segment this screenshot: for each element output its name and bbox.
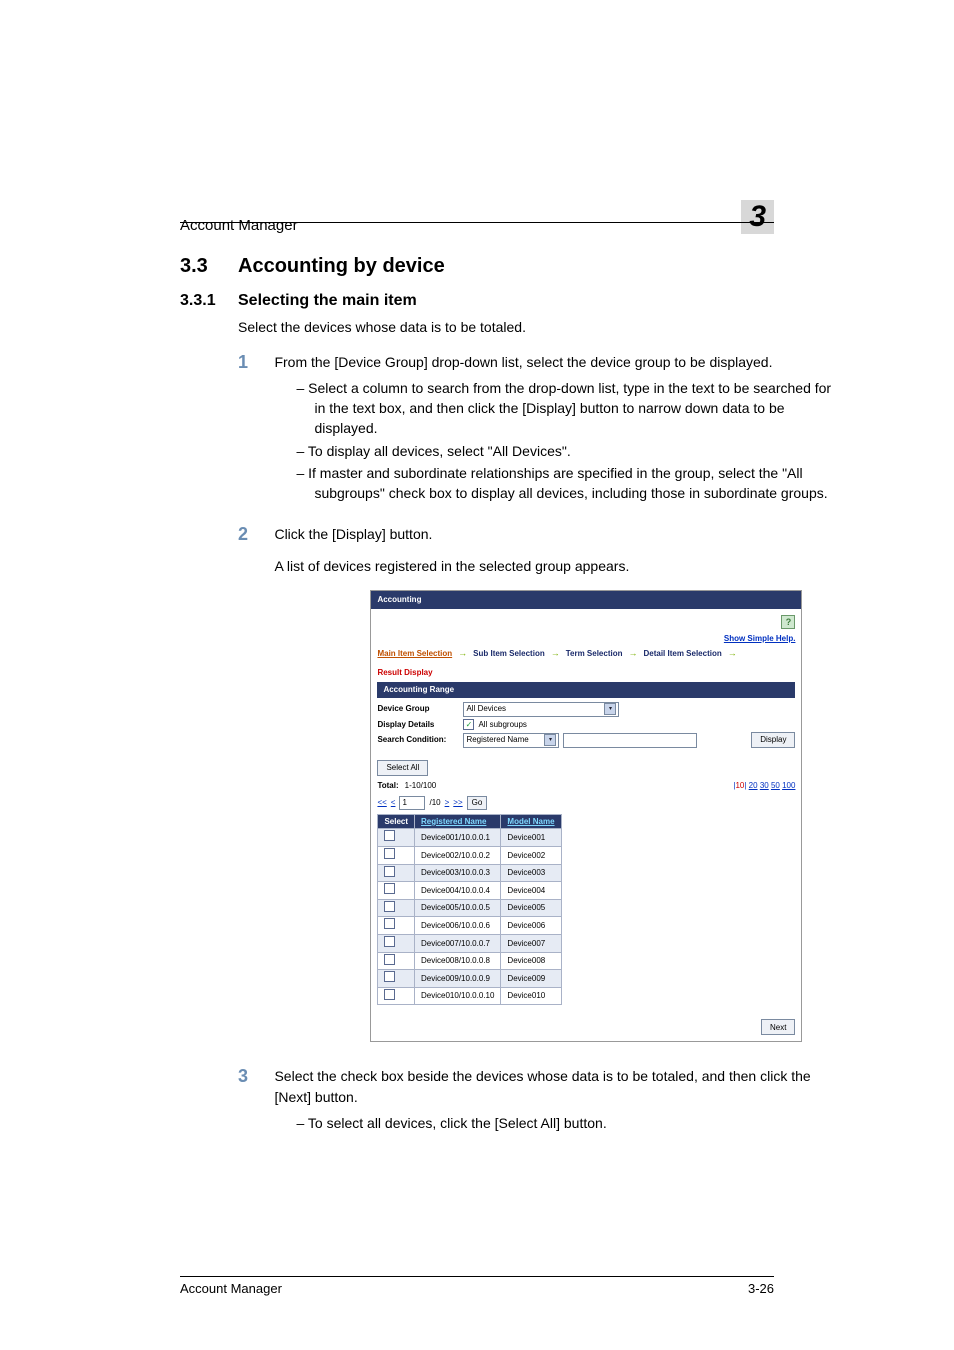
table-row: Device005/10.0.0.5Device005: [378, 899, 561, 917]
row-checkbox[interactable]: [384, 883, 395, 894]
arrow-icon: →: [551, 647, 560, 660]
all-subgroups-label: All subgroups: [478, 719, 526, 731]
step-number: 2: [238, 524, 270, 545]
arrow-icon: →: [728, 647, 737, 660]
display-details-label: Display Details: [377, 719, 463, 731]
display-button[interactable]: Display: [751, 732, 795, 748]
col-select: Select: [378, 814, 415, 829]
pager-first[interactable]: <<: [377, 797, 386, 809]
table-row: Device010/10.0.0.10Device010: [378, 987, 561, 1005]
arrow-icon: →: [628, 647, 637, 660]
search-column-select[interactable]: Registered Name ▾: [463, 733, 559, 748]
search-input[interactable]: [563, 733, 697, 748]
crumb-result: Result Display: [377, 667, 432, 679]
row-checkbox[interactable]: [384, 954, 395, 965]
subsection-heading: 3.3.1Selecting the main item: [180, 292, 844, 310]
step-text: Select the check box beside the devices …: [274, 1068, 810, 1104]
table-row: Device003/10.0.0.3Device003: [378, 864, 561, 882]
row-checkbox[interactable]: [384, 901, 395, 912]
table-row: Device004/10.0.0.4Device004: [378, 882, 561, 900]
running-header: Account Manager: [180, 217, 298, 234]
section-heading: 3.3Accounting by device: [180, 255, 844, 278]
table-row: Device002/10.0.0.2Device002: [378, 847, 561, 865]
page-size-current: 10: [735, 781, 744, 790]
footer-left: Account Manager: [180, 1281, 282, 1296]
page-size-option[interactable]: 50: [771, 781, 780, 790]
step-text: Click the [Display] button.: [274, 526, 432, 542]
total-value: 1-10/100: [405, 780, 437, 792]
pager-last[interactable]: >>: [453, 797, 462, 809]
bullet: To select all devices, click the [Select…: [296, 1113, 840, 1133]
show-simple-help-link[interactable]: Show Simple Help.: [377, 633, 795, 645]
arrow-icon: →: [458, 647, 467, 660]
panel-title: Accounting: [371, 591, 801, 609]
bullet: To display all devices, select "All Devi…: [296, 441, 840, 461]
table-row: Device001/10.0.0.1Device001: [378, 829, 561, 847]
table-row: Device008/10.0.0.8Device008: [378, 952, 561, 970]
step-text: From the [Device Group] drop-down list, …: [274, 354, 772, 370]
device-group-select[interactable]: All Devices ▾: [463, 702, 619, 717]
accounting-range-header: Accounting Range: [377, 682, 795, 698]
page-size-option[interactable]: 100: [782, 781, 795, 790]
row-checkbox[interactable]: [384, 866, 395, 877]
page-size-option[interactable]: 30: [760, 781, 769, 790]
col-registered-name[interactable]: Registered Name: [421, 817, 486, 826]
next-button[interactable]: Next: [761, 1019, 795, 1035]
crumb-term: Term Selection: [566, 648, 623, 660]
pager-of: /10: [429, 797, 440, 809]
search-condition-label: Search Condition:: [377, 734, 463, 746]
page-size-links: |10| 20 30 50 100: [733, 780, 795, 792]
page-input[interactable]: 1: [399, 796, 425, 810]
chevron-down-icon: ▾: [544, 734, 556, 746]
pager-prev[interactable]: <: [391, 797, 396, 809]
crumb-sub-item: Sub Item Selection: [473, 648, 545, 660]
wizard-breadcrumb: Main Item Selection → Sub Item Selection →…: [377, 647, 795, 678]
step-number: 1: [238, 352, 270, 373]
table-row: Device007/10.0.0.7Device007: [378, 935, 561, 953]
pager-next[interactable]: >: [445, 797, 450, 809]
table-row: Device006/10.0.0.6Device006: [378, 917, 561, 935]
chapter-number: 3: [741, 200, 774, 234]
row-checkbox[interactable]: [384, 989, 395, 1000]
page-size-option[interactable]: 20: [749, 781, 758, 790]
col-model-name[interactable]: Model Name: [507, 817, 554, 826]
bullet: Select a column to search from the drop-…: [296, 378, 840, 439]
total-label: Total:: [377, 780, 398, 792]
screenshot-panel: Accounting ? Show Simple Help. Main Item…: [370, 590, 802, 1042]
help-icon[interactable]: ?: [781, 615, 795, 629]
device-table: Select Registered Name Model Name Device…: [377, 814, 561, 1006]
bullet: If master and subordinate relationships …: [296, 463, 840, 504]
crumb-detail: Detail Item Selection: [643, 648, 721, 660]
footer-right: 3-26: [748, 1281, 774, 1296]
go-button[interactable]: Go: [467, 796, 488, 810]
row-checkbox[interactable]: [384, 936, 395, 947]
table-row: Device009/10.0.0.9Device009: [378, 970, 561, 988]
row-checkbox[interactable]: [384, 918, 395, 929]
step-number: 3: [238, 1066, 270, 1087]
row-checkbox[interactable]: [384, 848, 395, 859]
all-subgroups-checkbox[interactable]: ✓: [463, 719, 474, 730]
crumb-main-item[interactable]: Main Item Selection: [377, 648, 452, 660]
device-group-label: Device Group: [377, 703, 463, 715]
select-all-button[interactable]: Select All: [377, 760, 428, 776]
intro-text: Select the devices whose data is to be t…: [238, 318, 844, 338]
row-checkbox[interactable]: [384, 971, 395, 982]
chevron-down-icon: ▾: [604, 703, 616, 715]
step-after: A list of devices registered in the sele…: [274, 556, 840, 576]
row-checkbox[interactable]: [384, 830, 395, 841]
